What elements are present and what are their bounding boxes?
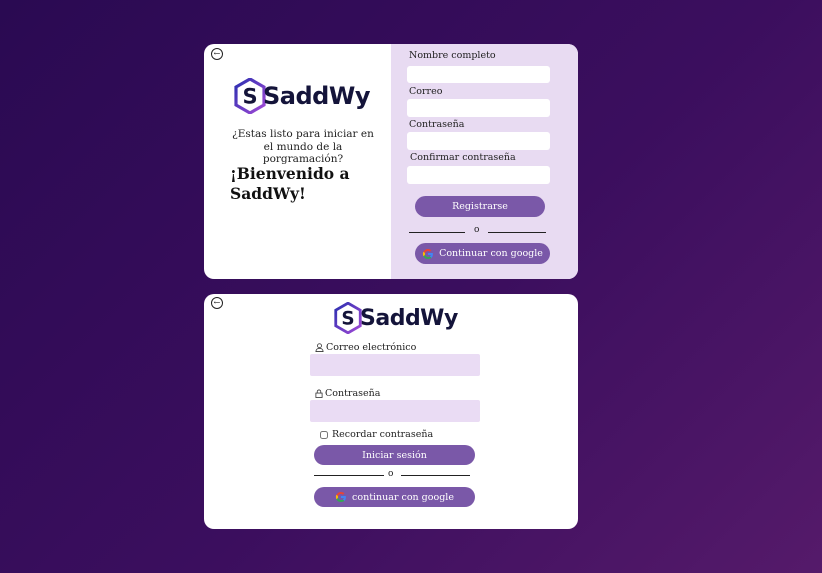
brand-logo: S SaddWy (234, 78, 370, 114)
remember-label: Recordar contraseña (332, 429, 434, 440)
logo-letter: S (242, 85, 257, 109)
user-icon (315, 343, 324, 352)
divider-left (314, 475, 384, 476)
google-icon (422, 248, 433, 259)
google-login-label: continuar con google (352, 491, 454, 503)
divider-right (401, 475, 470, 476)
divider-left (409, 232, 465, 233)
google-signup-button[interactable]: Continuar con google (415, 243, 550, 264)
password-label-text: Contraseña (325, 388, 381, 399)
remember-checkbox[interactable] (320, 431, 328, 439)
divider-right (488, 232, 546, 233)
confirm-password-label: Confirmar contraseña (410, 152, 516, 163)
password-label: Contraseña (409, 119, 465, 130)
name-label: Nombre completo (409, 50, 496, 61)
divider-or: o (474, 225, 480, 235)
back-arrow-icon[interactable]: ← (211, 297, 223, 309)
email-label: Correo (409, 86, 443, 97)
login-button[interactable]: Iniciar sesión (314, 445, 475, 465)
brand-logo: S SaddWy (334, 302, 458, 334)
register-button[interactable]: Registrarse (415, 196, 545, 217)
confirm-password-field[interactable] (407, 166, 550, 184)
lock-icon (315, 389, 323, 398)
google-icon (335, 492, 346, 502)
brand-name: SaddWy (263, 82, 370, 110)
tagline: ¿Estas listo para iniciar en el mundo de… (232, 128, 374, 165)
google-signup-label: Continuar con google (439, 248, 543, 259)
password-field[interactable] (407, 132, 550, 150)
hexagon-logo-icon: S (234, 78, 266, 114)
name-field[interactable] (407, 66, 550, 83)
welcome-heading: ¡Bienvenido a SaddWy! (230, 164, 350, 203)
hexagon-logo-icon: S (334, 302, 362, 334)
password-input[interactable] (310, 400, 480, 422)
brand-name: SaddWy (360, 305, 458, 331)
email-field[interactable] (407, 99, 550, 117)
register-card: ← S SaddWy ¿Estas listo para iniciar en … (204, 44, 578, 279)
logo-letter: S (341, 309, 354, 330)
email-label: Correo electrónico (315, 342, 416, 353)
divider-or: o (388, 469, 394, 479)
google-login-button[interactable]: continuar con google (314, 487, 475, 507)
email-label-text: Correo electrónico (326, 342, 417, 353)
email-input[interactable] (310, 354, 480, 376)
password-label: Contraseña (315, 388, 380, 399)
login-card: ← S SaddWy Correo electrónico Contraseña (204, 294, 578, 529)
back-arrow-icon[interactable]: ← (211, 48, 223, 60)
register-form-panel: Nombre completo Correo Contraseña Confir… (391, 44, 578, 279)
